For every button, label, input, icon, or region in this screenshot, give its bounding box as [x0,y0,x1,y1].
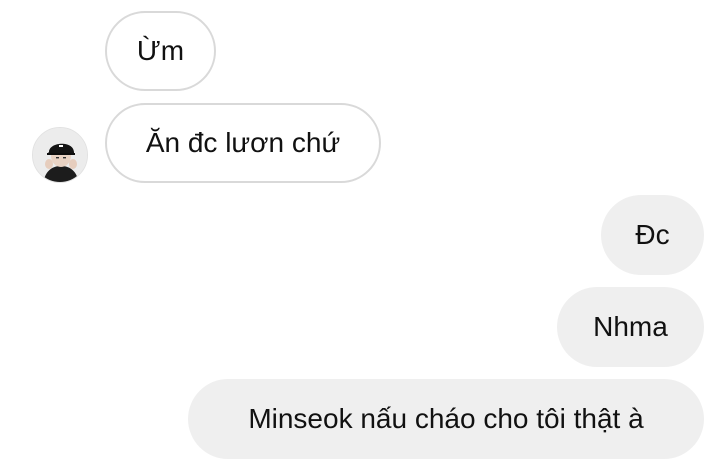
message-text: Nhma [593,311,668,342]
message-bubble-incoming[interactable]: Ừm [105,11,216,91]
message-bubble-outgoing[interactable]: Nhma [557,287,704,367]
message-text: Ừm [136,35,185,66]
message-bubble-outgoing[interactable]: Đc [601,195,704,275]
message-text: Ăn đc lươn chứ [145,127,341,158]
message-text: Đc [635,219,670,250]
message-bubble-incoming[interactable]: Ăn đc lươn chứ [105,103,381,183]
message-bubble-outgoing[interactable]: Minseok nấu cháo cho tôi thật à [188,379,704,459]
contact-avatar[interactable] [32,127,88,183]
message-text: Minseok nấu cháo cho tôi thật à [248,403,644,434]
avatar-icon [33,128,87,182]
